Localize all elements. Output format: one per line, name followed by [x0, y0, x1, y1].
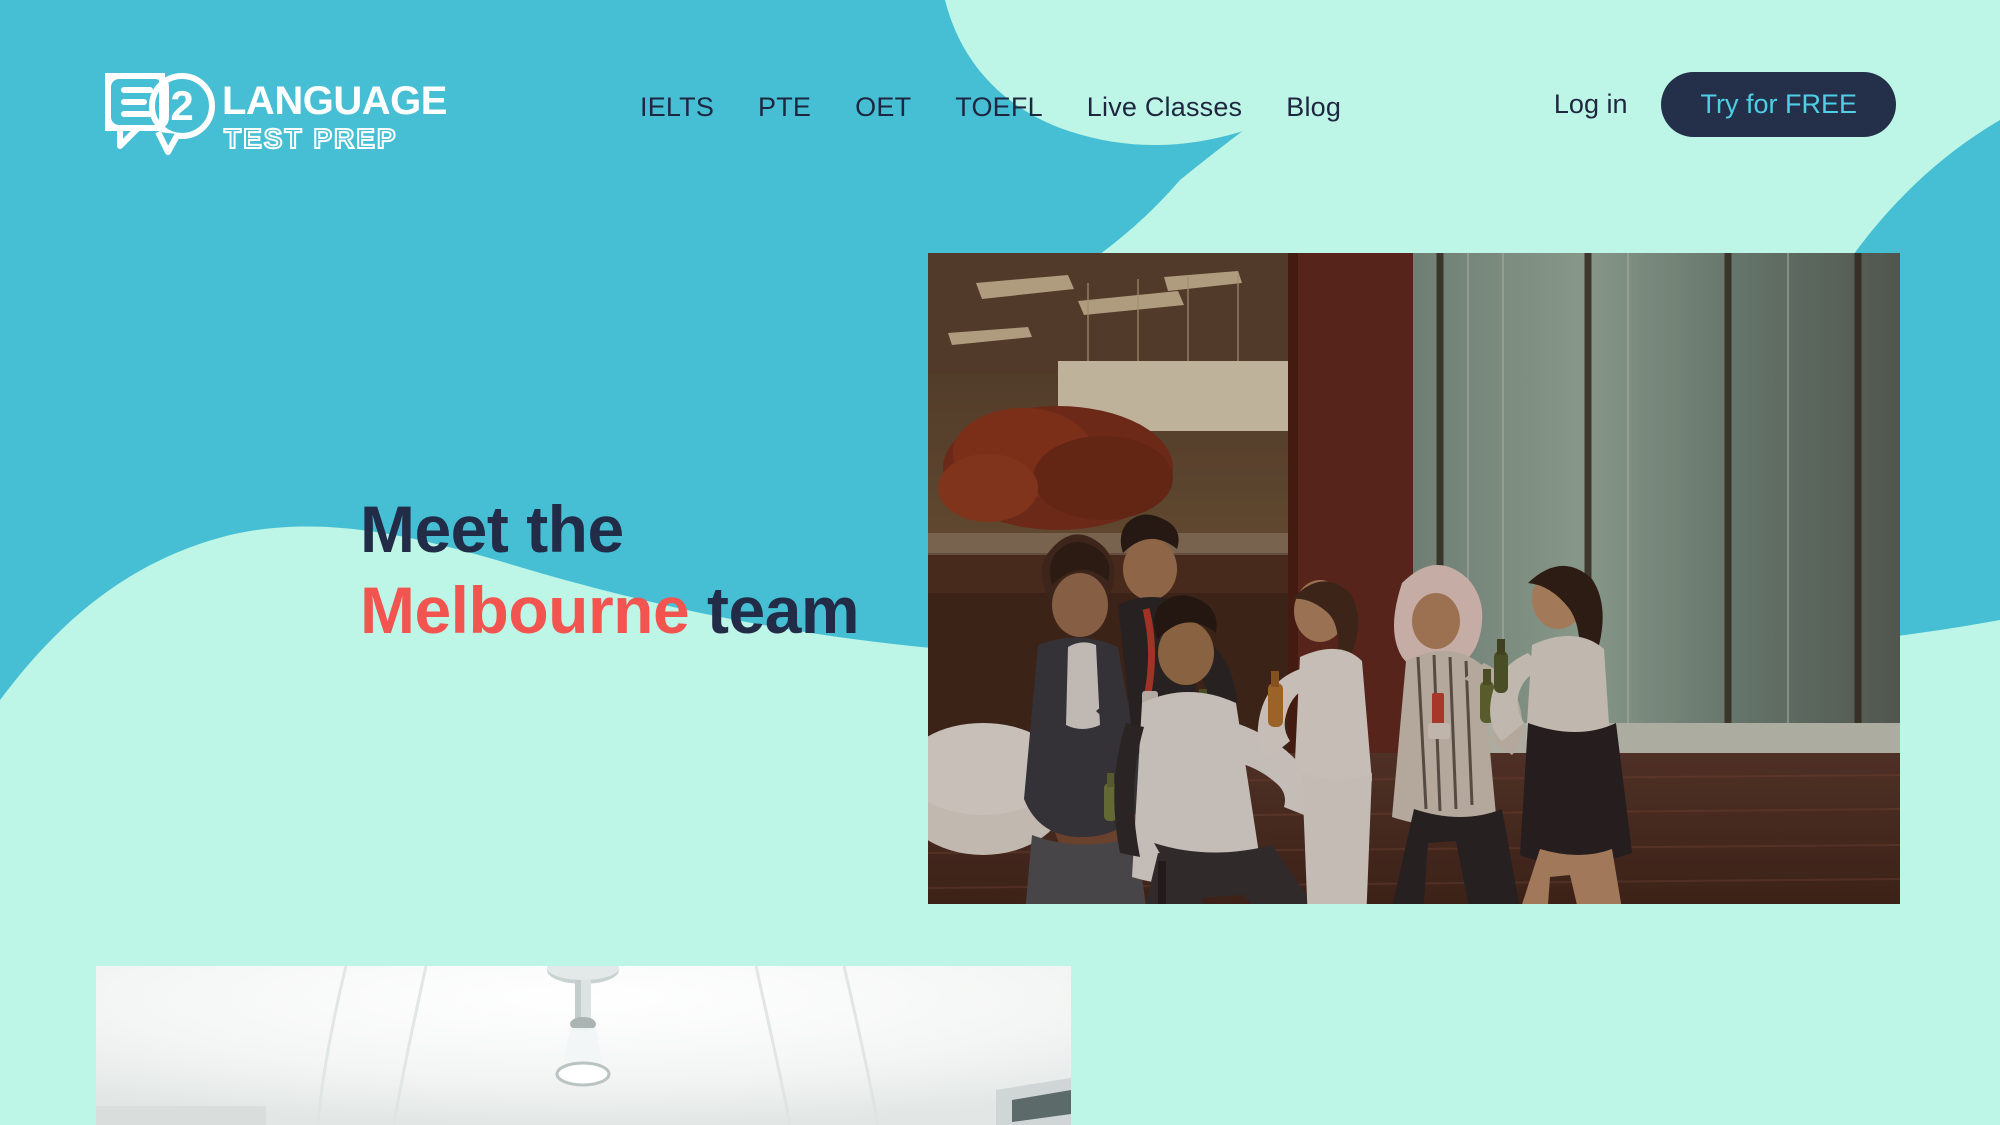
logo[interactable]: 2 LANGUAGE TEST PREP	[96, 70, 456, 158]
site-header: 2 LANGUAGE TEST PREP IELTS PTE OET TOEFL…	[0, 0, 2000, 170]
team-photo-image	[928, 253, 1900, 904]
logo-tagline: TEST PREP	[224, 123, 398, 154]
nav-item-oet[interactable]: OET	[855, 88, 911, 127]
ceiling-photo	[96, 966, 1071, 1125]
hero-heading: Meet the Melbourne team	[360, 492, 860, 648]
svg-text:2: 2	[170, 82, 193, 129]
team-photo	[928, 253, 1900, 904]
hero-heading-accent: Melbourne	[360, 573, 690, 648]
hero-heading-line-2: Melbourne team	[360, 573, 860, 648]
logo-wordmark: LANGUAGE	[222, 79, 447, 123]
e2-speech-bubble-logo-icon: 2 LANGUAGE TEST PREP	[105, 73, 447, 155]
header-actions: Log in Try for FREE	[1554, 72, 1896, 137]
page-root: 2 LANGUAGE TEST PREP IELTS PTE OET TOEFL…	[0, 0, 2000, 1125]
nav-item-blog[interactable]: Blog	[1286, 88, 1341, 127]
hero-heading-rest: team	[689, 573, 860, 648]
login-link[interactable]: Log in	[1554, 89, 1628, 120]
ceiling-photo-image	[96, 966, 1071, 1125]
nav-item-pte[interactable]: PTE	[758, 88, 811, 127]
nav-item-ielts[interactable]: IELTS	[640, 88, 714, 127]
nav-item-live-classes[interactable]: Live Classes	[1087, 88, 1242, 127]
nav-item-toefl[interactable]: TOEFL	[955, 88, 1043, 127]
hero-heading-line-1: Meet the	[360, 492, 624, 566]
try-for-free-button[interactable]: Try for FREE	[1661, 72, 1896, 137]
primary-navigation: IELTS PTE OET TOEFL Live Classes Blog	[640, 88, 1341, 127]
